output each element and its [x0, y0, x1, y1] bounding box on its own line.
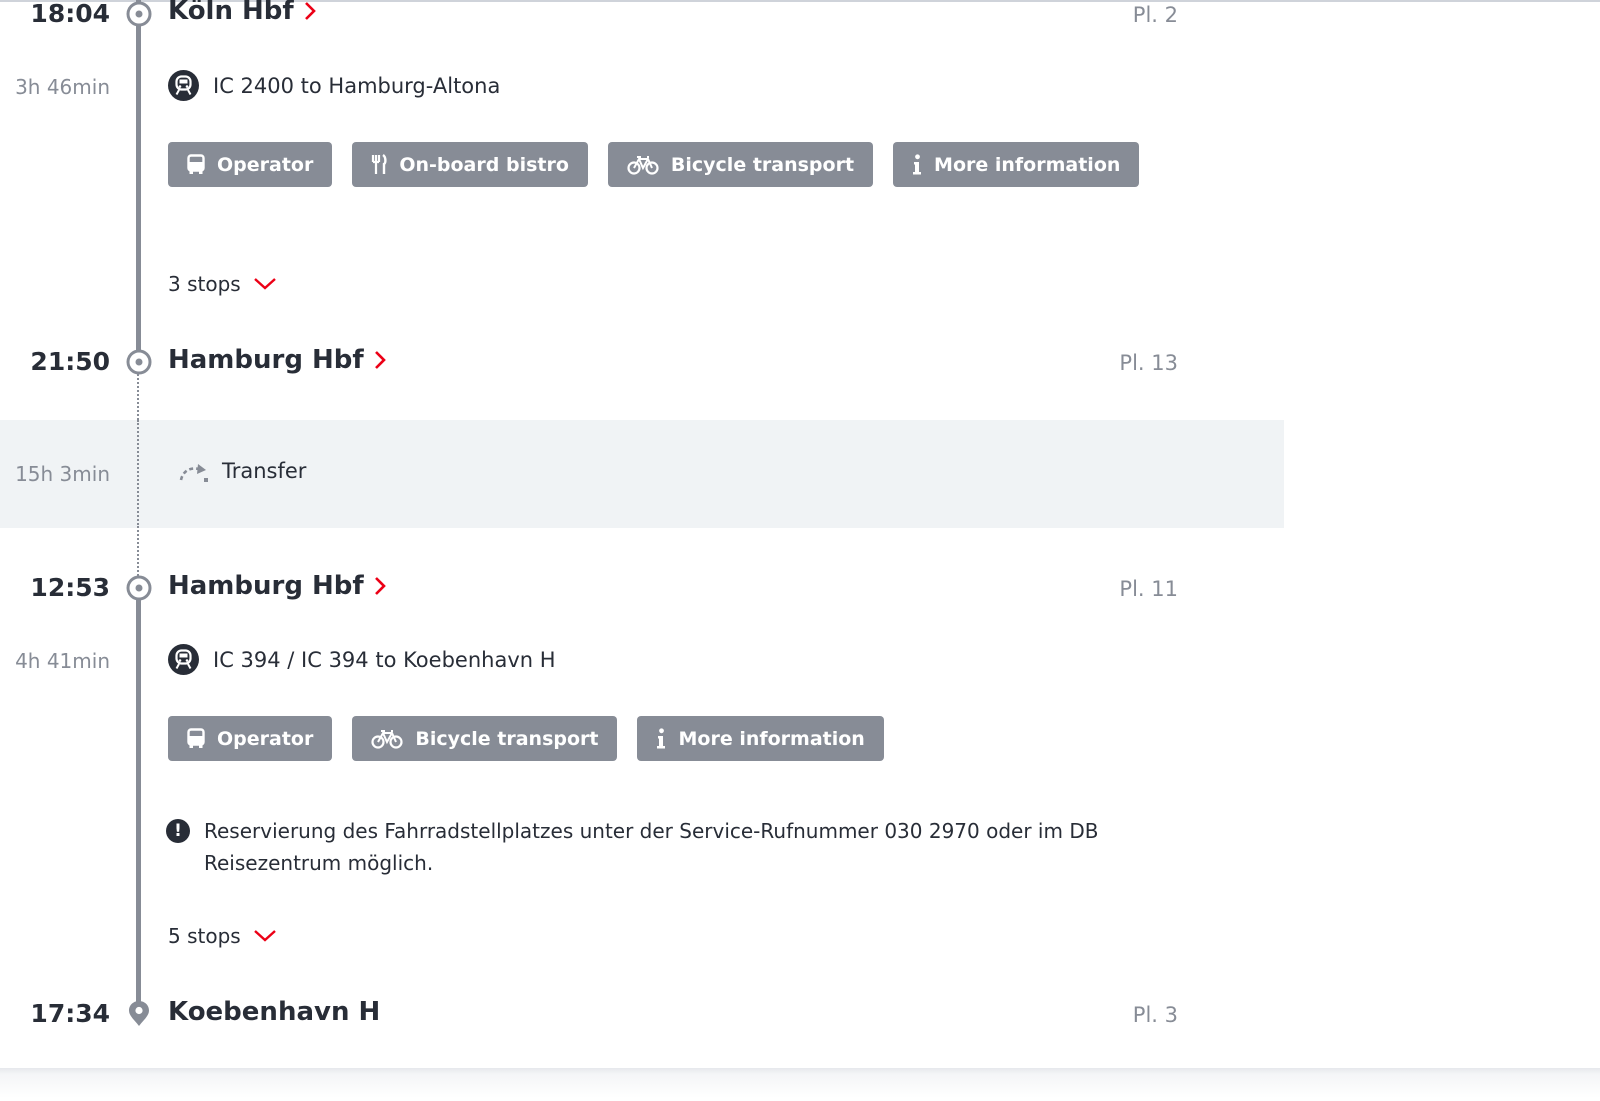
- operator-button[interactable]: Operator: [168, 142, 333, 187]
- fork-knife-icon: [372, 154, 387, 174]
- station-link[interactable]: Hamburg Hbf: [168, 571, 386, 601]
- train-info: IC 2400 to Hamburg-Altona: [168, 70, 500, 101]
- train-name: IC 394 / IC 394 to Koebenhavn H: [213, 647, 556, 672]
- bicycle-reservation-notice: ! Reservierung des Fahrradstellplatzes u…: [166, 815, 1156, 879]
- timeline-track-segment-2: [136, 588, 141, 1016]
- arrival-time: 17:34: [30, 999, 110, 1028]
- bicycle-label: Bicycle transport: [670, 153, 855, 176]
- train-icon: [168, 644, 199, 675]
- station-name: Köln Hbf: [168, 0, 294, 26]
- bicycle-icon: [371, 729, 403, 749]
- operator-button[interactable]: Operator: [168, 716, 333, 761]
- chevron-right-icon: [374, 576, 386, 596]
- stops-count: 5 stops: [168, 924, 241, 948]
- travel-duration: 4h 41min: [15, 649, 110, 673]
- bicycle-button[interactable]: Bicycle transport: [352, 716, 618, 761]
- platform-label: Pl. 3: [1132, 1003, 1178, 1027]
- arrival-time: 21:50: [30, 347, 110, 376]
- platform-label: Pl. 11: [1119, 577, 1178, 601]
- departure-time: 12:53: [30, 573, 110, 602]
- chevron-right-icon: [304, 1, 316, 21]
- location-pin-icon: [129, 1001, 149, 1026]
- departure-time: 18:04: [30, 0, 110, 28]
- more-information-label: More information: [678, 727, 865, 750]
- train-info: IC 394 / IC 394 to Koebenhavn H: [168, 644, 556, 675]
- station-name: Hamburg Hbf: [168, 345, 364, 375]
- transfer-info: Transfer: [176, 458, 306, 484]
- transfer-duration: 15h 3min: [15, 462, 110, 486]
- more-information-button[interactable]: More information: [893, 142, 1140, 187]
- notice-text: Reservierung des Fahrradstellplatzes unt…: [204, 819, 1099, 875]
- service-chips: Operator Bicycle transport More informat…: [168, 716, 884, 761]
- stops-count: 3 stops: [168, 272, 241, 296]
- more-information-button[interactable]: More information: [637, 716, 884, 761]
- station-link[interactable]: Hamburg Hbf: [168, 345, 386, 375]
- bottom-divider: [0, 1068, 1600, 1101]
- stop-node-icon: [126, 1, 152, 27]
- bicycle-icon: [627, 155, 659, 175]
- station-name: Hamburg Hbf: [168, 571, 364, 601]
- info-icon: [657, 728, 666, 749]
- bus-icon: [187, 728, 205, 748]
- bicycle-button[interactable]: Bicycle transport: [607, 142, 874, 187]
- transfer-label: Transfer: [222, 459, 307, 483]
- platform-label: Pl. 13: [1119, 351, 1178, 375]
- timeline-track-segment-1: [136, 0, 141, 362]
- bus-icon: [187, 154, 205, 174]
- stops-toggle[interactable]: 3 stops: [168, 272, 277, 296]
- chevron-right-icon: [374, 350, 386, 370]
- bistro-label: On-board bistro: [399, 153, 569, 176]
- operator-label: Operator: [217, 727, 314, 750]
- service-chips: Operator On-board bistro Bicycle transpo…: [168, 142, 1140, 187]
- operator-label: Operator: [217, 153, 314, 176]
- stops-toggle[interactable]: 5 stops: [168, 924, 277, 948]
- travel-duration: 3h 46min: [15, 75, 110, 99]
- warning-icon: !: [166, 819, 190, 843]
- more-information-label: More information: [934, 153, 1121, 176]
- timeline-track-transfer-overlay: [137, 420, 139, 528]
- station-link[interactable]: Köln Hbf: [168, 0, 316, 26]
- stop-node-icon: [126, 349, 152, 375]
- platform-label: Pl. 2: [1132, 3, 1178, 27]
- train-name: IC 2400 to Hamburg-Altona: [213, 73, 501, 98]
- station-name: Koebenhavn H: [168, 997, 381, 1027]
- bicycle-label: Bicycle transport: [415, 727, 599, 750]
- train-icon: [168, 70, 199, 101]
- bistro-button[interactable]: On-board bistro: [352, 142, 588, 187]
- transfer-arrow-icon: [179, 464, 208, 482]
- chevron-down-icon: [253, 278, 276, 290]
- stop-node-icon: [126, 575, 152, 601]
- chevron-down-icon: [253, 930, 276, 942]
- info-icon: [913, 154, 922, 175]
